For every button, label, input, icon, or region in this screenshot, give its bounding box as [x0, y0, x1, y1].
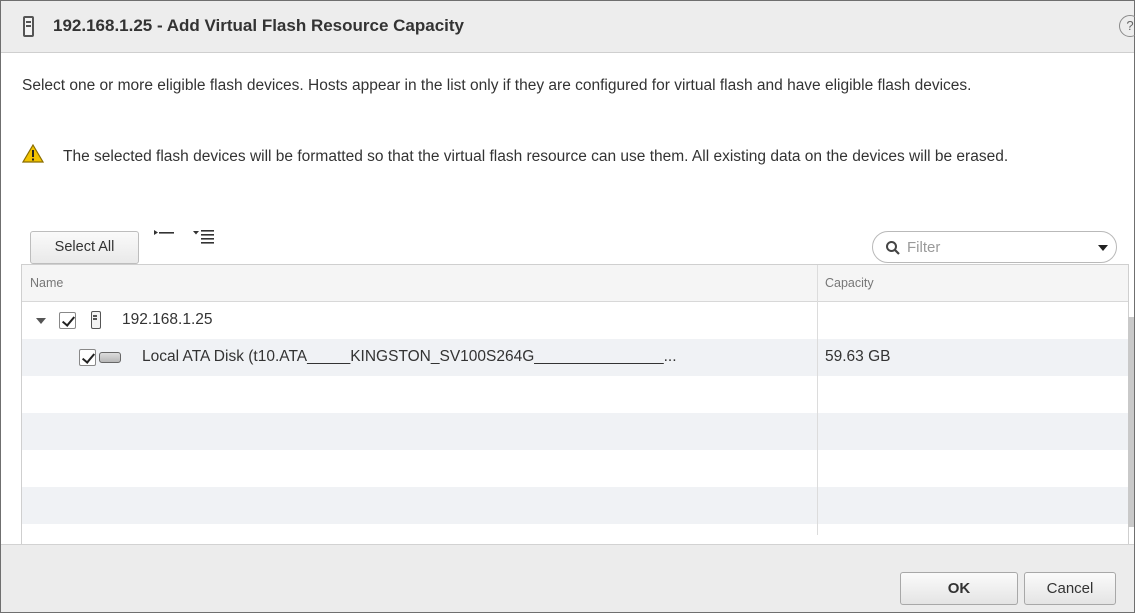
filter-placeholder: Filter [907, 239, 941, 256]
host-icon [23, 16, 34, 37]
dialog-content: Select one or more eligible flash device… [1, 54, 1134, 596]
warning-icon [22, 144, 44, 163]
filter-input[interactable]: Filter [872, 231, 1117, 263]
column-header-name[interactable]: Name [30, 276, 63, 290]
table-row-empty [22, 413, 1128, 450]
chevron-down-icon[interactable] [36, 318, 46, 324]
table-header: Name Capacity [22, 265, 1128, 302]
ok-button[interactable]: OK [900, 572, 1018, 605]
help-icon[interactable]: ? [1119, 15, 1135, 37]
host-icon [91, 311, 101, 329]
add-virtual-flash-dialog: 192.168.1.25 - Add Virtual Flash Resourc… [0, 0, 1135, 613]
vertical-scrollbar[interactable] [1128, 317, 1134, 527]
column-header-capacity[interactable]: Capacity [825, 276, 874, 290]
table-row-empty [22, 376, 1128, 413]
warning-text: The selected flash devices will be forma… [63, 148, 1009, 165]
filter-dropdown-icon[interactable] [1098, 245, 1108, 251]
flash-device-table: Name Capacity 192.168.1.25 Local ATA Dis… [21, 264, 1129, 548]
collapse-all-icon[interactable] [151, 226, 177, 246]
table-row-host[interactable]: 192.168.1.25 [22, 302, 1128, 339]
dialog-titlebar[interactable]: 192.168.1.25 - Add Virtual Flash Resourc… [1, 1, 1135, 53]
disk-capacity: 59.63 GB [825, 348, 891, 365]
disk-checkbox[interactable] [79, 349, 96, 366]
expand-all-icon[interactable] [192, 226, 218, 246]
table-row-empty [22, 450, 1128, 487]
select-all-button[interactable]: Select All [30, 231, 139, 264]
table-row-disk[interactable]: Local ATA Disk (t10.ATA_____KINGSTON_SV1… [22, 339, 1128, 376]
disk-name: Local ATA Disk (t10.ATA_____KINGSTON_SV1… [142, 348, 677, 365]
host-name: 192.168.1.25 [122, 311, 213, 328]
table-row-empty [22, 487, 1128, 524]
disk-icon [99, 352, 121, 363]
host-checkbox[interactable] [59, 312, 76, 329]
cancel-button[interactable]: Cancel [1024, 572, 1116, 605]
dialog-title: 192.168.1.25 - Add Virtual Flash Resourc… [53, 16, 465, 35]
dialog-footer: OK Cancel [1, 544, 1134, 612]
column-divider[interactable] [817, 265, 818, 535]
description-text: Select one or more eligible flash device… [22, 77, 972, 94]
search-icon [886, 241, 900, 255]
